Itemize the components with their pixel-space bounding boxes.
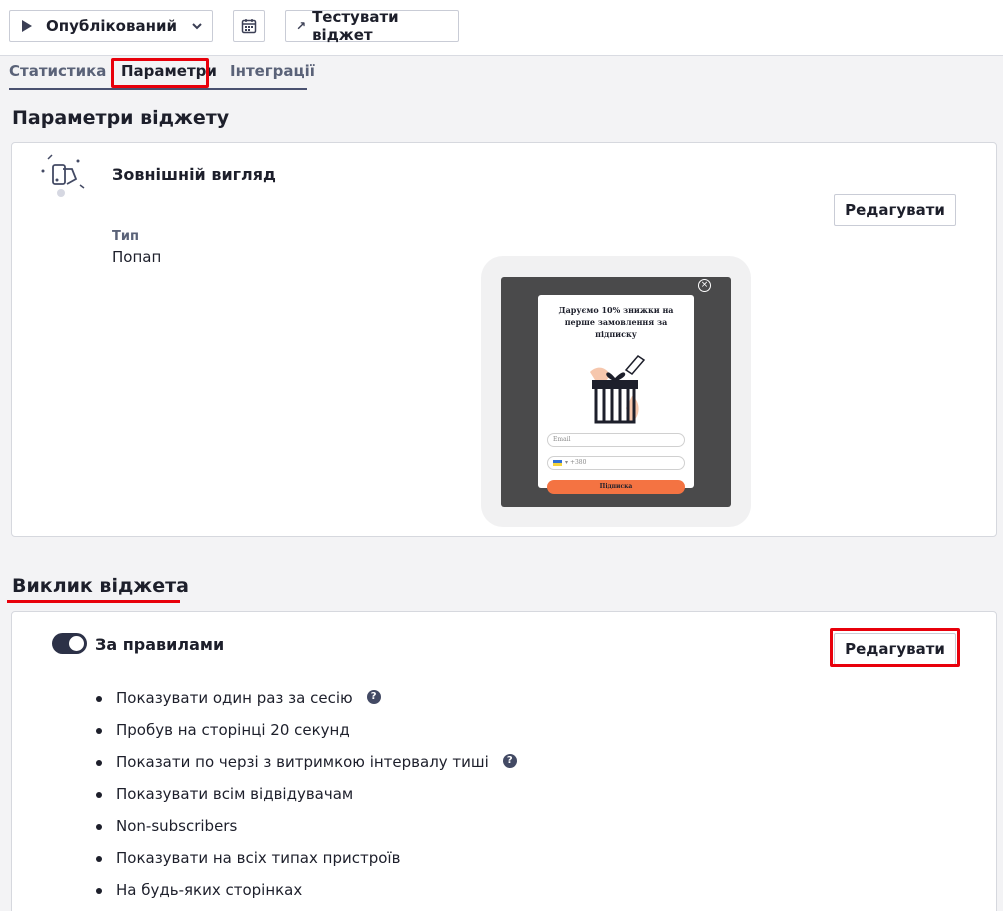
preview-submit-button: Підписка [547, 480, 685, 494]
rule-item: Показувати один раз за сесію? [94, 689, 517, 721]
preview-phone-prefix: +380 [569, 459, 587, 466]
appearance-card: Зовнішній вигляд Редагувати Тип Попап × … [11, 142, 997, 537]
widget-call-title: Виклик віджета [12, 575, 189, 597]
rule-item: Показувати на всіх типах пристроїв [94, 849, 517, 881]
ukraine-flag-icon [553, 459, 562, 466]
test-widget-button[interactable]: ↗ Тестувати віджет [285, 8, 459, 44]
rules-list: Показувати один раз за сесію? Пробув на … [94, 689, 517, 911]
tab-integrations[interactable]: Інтеграції [230, 62, 315, 80]
type-label: Тип [112, 229, 139, 244]
appearance-icon [41, 154, 85, 197]
rule-item: На будь-яких сторінках [94, 881, 517, 911]
type-value: Попап [112, 248, 162, 266]
preview-popup: Даруємо 10% знижки на перше замовлення з… [538, 295, 694, 488]
preview-phone-chevron: ▾ [565, 459, 569, 466]
calendar-icon [241, 19, 257, 34]
help-icon[interactable]: ? [366, 690, 381, 704]
test-widget-label: Тестувати віджет [312, 8, 399, 44]
tab-statistics[interactable]: Статистика [9, 62, 106, 80]
help-icon[interactable]: ? [502, 754, 517, 768]
edit-rules-highlight-box [830, 628, 960, 667]
tab-highlight-box [111, 58, 209, 88]
widget-preview: × Даруємо 10% знижки на перше замовлення… [481, 256, 751, 527]
preview-close-icon: × [698, 279, 711, 292]
preview-overlay: × Даруємо 10% знижки на перше замовлення… [501, 277, 731, 507]
tab-underline [9, 88, 307, 90]
rule-item: Non-subscribers [94, 817, 517, 849]
calendar-button[interactable] [233, 10, 265, 42]
appearance-title: Зовнішній вигляд [112, 165, 276, 184]
rule-item: Пробув на сторінці 20 секунд [94, 721, 517, 753]
rules-toggle[interactable] [52, 633, 87, 654]
status-label: Опублікований [46, 17, 177, 35]
toolbar: Опублікований ↗ Тестувати віджет [0, 0, 1003, 56]
rules-mode-label: За правилами [95, 635, 225, 654]
widget-call-title-underline [7, 600, 180, 603]
preview-email-field: Email [547, 433, 685, 447]
chevron-down-icon [192, 23, 202, 30]
play-icon [22, 20, 32, 32]
rule-item: Показати по черзі з витримкою інтервалу … [94, 753, 517, 785]
gift-icon [590, 355, 646, 424]
edit-appearance-button[interactable]: Редагувати [834, 194, 956, 226]
external-arrow-icon: ↗ [296, 19, 307, 33]
preview-popup-title: Даруємо 10% знижки на перше замовлення з… [558, 305, 674, 339]
rule-item: Показувати всім відвідувачам [94, 785, 517, 817]
widget-params-title: Параметри віджету [12, 107, 230, 129]
preview-phone-field: ▾ +380 [547, 456, 685, 470]
toggle-knob [69, 636, 84, 651]
status-dropdown[interactable]: Опублікований [9, 10, 213, 42]
